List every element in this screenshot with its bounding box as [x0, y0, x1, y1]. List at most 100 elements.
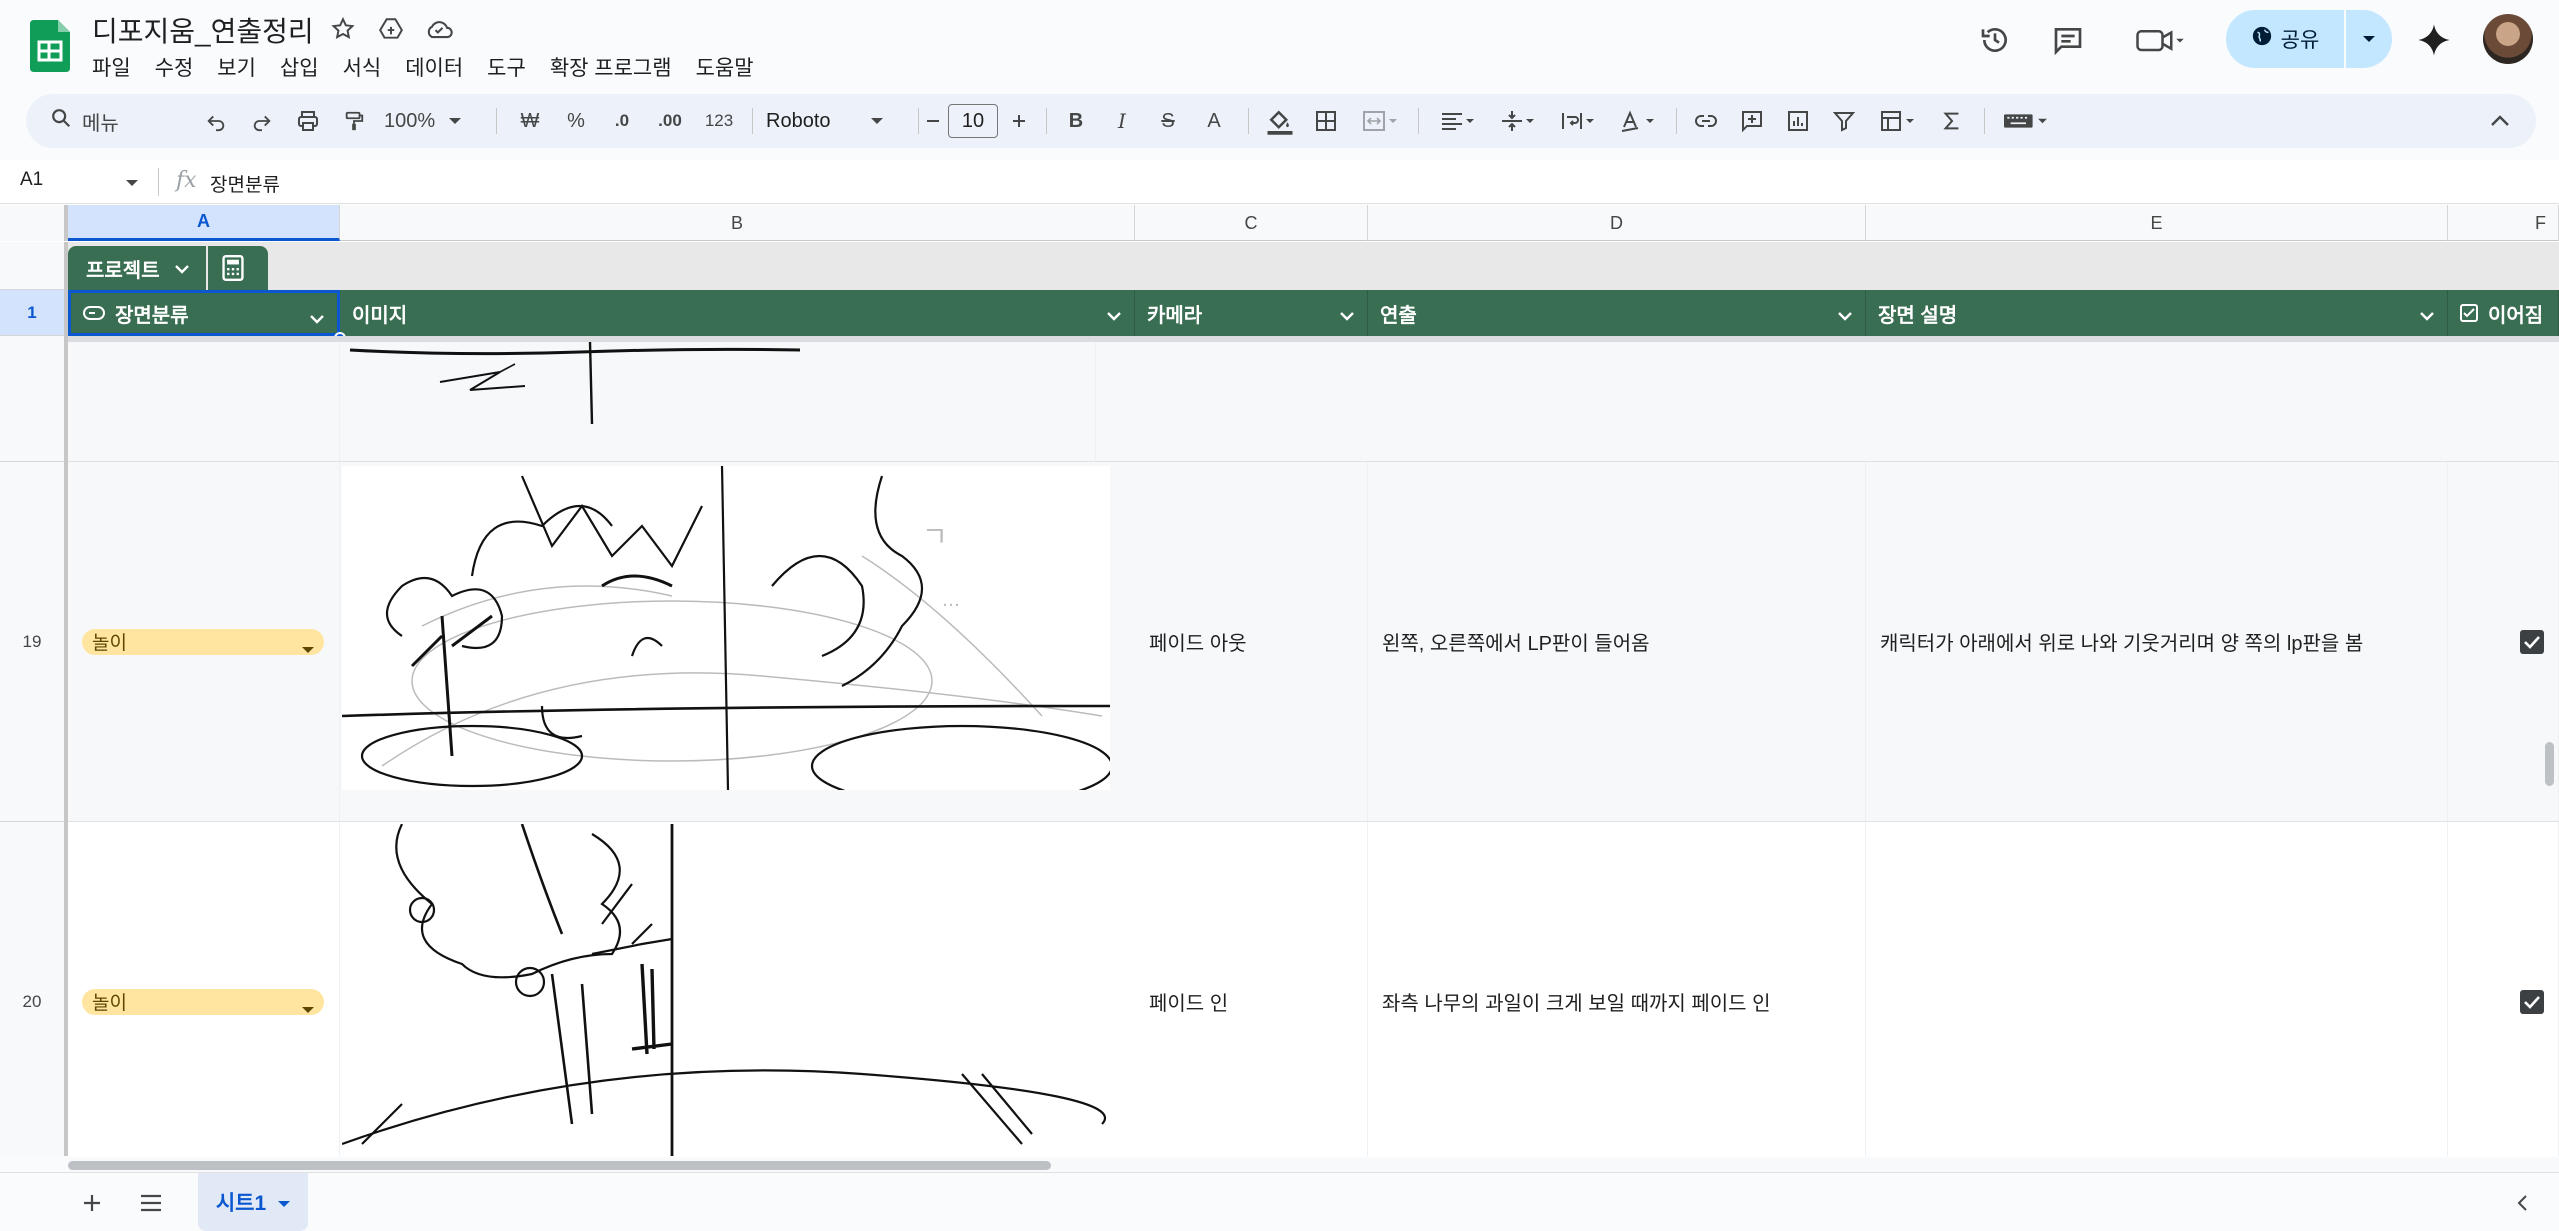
storyboard-sketch-image[interactable] [341, 823, 1110, 1156]
font-size-decrease-button[interactable] [918, 94, 948, 148]
insert-link-icon[interactable] [1686, 94, 1726, 148]
decrease-decimal-button[interactable]: .0 [602, 94, 642, 148]
filter-icon[interactable] [1824, 94, 1864, 148]
chevron-down-icon[interactable] [309, 307, 325, 330]
table-header-camera[interactable]: 카메라 [1135, 290, 1368, 336]
row-header-18[interactable] [0, 342, 64, 462]
redo-icon[interactable] [242, 94, 282, 148]
menu-edit[interactable]: 수정 [143, 50, 206, 80]
name-box-caret-icon[interactable] [126, 174, 138, 192]
text-color-button[interactable]: A [1194, 94, 1234, 148]
menu-data[interactable]: 데이터 [393, 50, 475, 80]
category-chip[interactable]: 놀이 [82, 988, 324, 1015]
merge-cells-icon[interactable] [1352, 94, 1408, 148]
text-rotation-icon[interactable] [1610, 94, 1666, 148]
vertical-align-icon[interactable] [1490, 94, 1546, 148]
borders-icon[interactable] [1306, 94, 1346, 148]
column-header-c[interactable]: C [1135, 205, 1368, 241]
text-wrap-icon[interactable] [1550, 94, 1606, 148]
menu-extensions[interactable]: 확장 프로그램 [538, 50, 684, 80]
column-header-d[interactable]: D [1368, 205, 1866, 241]
chevron-down-icon[interactable] [2419, 304, 2435, 327]
formula-input[interactable]: 장면분류 [210, 170, 280, 197]
zoom-select[interactable]: 100% [384, 94, 474, 148]
share-options-caret-icon[interactable] [2344, 10, 2392, 68]
continue-checkbox[interactable] [2520, 630, 2544, 654]
camera-cell[interactable] [863, 342, 1096, 461]
chevron-down-icon[interactable] [278, 1190, 291, 1214]
all-sheets-icon[interactable] [136, 1189, 166, 1217]
undo-icon[interactable] [196, 94, 236, 148]
bold-button[interactable]: B [1056, 94, 1096, 148]
filter-views-icon[interactable] [1870, 94, 1926, 148]
calculator-icon[interactable] [205, 246, 258, 290]
table-header-category[interactable]: 장면분류 [68, 290, 340, 336]
menu-help[interactable]: 도움말 [684, 50, 766, 80]
explore-collapse-icon[interactable] [2510, 1191, 2534, 1215]
column-header-b[interactable]: B [340, 205, 1135, 241]
vertical-scrollbar-thumb[interactable] [2545, 742, 2554, 786]
italic-button[interactable]: I [1102, 94, 1142, 148]
continue-checkbox[interactable] [2520, 990, 2544, 1014]
history-icon[interactable] [1971, 16, 2019, 64]
currency-format-button[interactable]: ₩ [510, 94, 550, 148]
document-title[interactable]: 디포지움_연출정리 [92, 10, 314, 50]
camera-cell[interactable]: 페이드 인 [1135, 822, 1368, 1156]
add-sheet-icon[interactable] [78, 1189, 106, 1217]
chevron-down-icon[interactable] [1339, 304, 1355, 327]
share-button[interactable]: 공유 [2226, 10, 2392, 68]
table-header-image[interactable]: 이미지 [340, 290, 1135, 336]
description-cell[interactable]: 캐릭터가 아래에서 위로 나와 기웃거리며 양 쪽의 lp판을 봄 [1866, 462, 2448, 821]
row-header-20[interactable]: 20 [0, 822, 64, 1156]
horizontal-align-icon[interactable] [1430, 94, 1486, 148]
table-header-description[interactable]: 장면 설명 [1866, 290, 2448, 336]
direction-cell[interactable]: 좌측 나무의 과일이 크게 보일 때까지 페이드 인 [1368, 822, 1866, 1156]
input-tools-icon[interactable] [1994, 94, 2058, 148]
menu-insert[interactable]: 삽입 [268, 50, 331, 80]
horizontal-scrollbar[interactable] [68, 1158, 2559, 1172]
column-header-f[interactable]: F [2448, 205, 2559, 241]
insert-chart-icon[interactable] [1778, 94, 1818, 148]
font-family-select[interactable]: Roboto [766, 94, 906, 148]
drive-move-icon[interactable] [376, 14, 406, 44]
column-header-e[interactable]: E [1866, 205, 2448, 241]
paint-format-icon[interactable] [334, 94, 374, 148]
description-cell[interactable] [1866, 822, 2448, 1156]
sheet-tab-active[interactable]: 시트1 [198, 1173, 308, 1231]
collapse-toolbar-icon[interactable] [2480, 94, 2520, 148]
functions-icon[interactable] [1932, 94, 1972, 148]
font-size-input[interactable]: 10 [948, 104, 998, 138]
category-cell[interactable]: 놀이 [68, 822, 340, 1156]
cloud-status-icon[interactable] [424, 14, 454, 44]
row-header-1[interactable]: 1 [0, 290, 64, 336]
menu-format[interactable]: 서식 [331, 50, 394, 80]
storyboard-sketch-image[interactable]: ㄱ … [341, 465, 1114, 808]
fill-color-icon[interactable] [1260, 94, 1300, 148]
share-main[interactable]: 공유 [2226, 10, 2344, 68]
menu-tools[interactable]: 도구 [475, 50, 538, 80]
number-format-button[interactable]: 123 [696, 94, 742, 148]
chevron-down-icon[interactable] [1837, 304, 1853, 327]
avatar[interactable] [2483, 14, 2533, 64]
sheets-logo-icon[interactable] [30, 20, 70, 72]
storyboard-sketch-image[interactable] [340, 341, 820, 428]
name-box[interactable]: A1 [20, 169, 43, 191]
select-all-corner[interactable] [0, 205, 68, 241]
category-cell[interactable]: 놀이 [68, 462, 340, 821]
print-icon[interactable] [288, 94, 328, 148]
font-size-increase-button[interactable] [1002, 94, 1036, 148]
category-cell[interactable] [68, 342, 340, 461]
star-icon[interactable] [328, 14, 358, 44]
column-header-a[interactable]: A [68, 205, 340, 241]
menu-search[interactable]: 메뉴 [36, 94, 186, 148]
comment-icon[interactable] [2044, 16, 2092, 64]
insert-comment-icon[interactable] [1732, 94, 1772, 148]
increase-decimal-button[interactable]: .00 [648, 94, 692, 148]
menu-file[interactable]: 파일 [92, 50, 143, 80]
row-header-19[interactable]: 19 [0, 462, 64, 822]
menu-view[interactable]: 보기 [205, 50, 268, 80]
table-name-tab[interactable]: 프로젝트 [68, 246, 268, 290]
horizontal-scrollbar-thumb[interactable] [68, 1161, 1051, 1170]
direction-cell[interactable]: 왼쪽, 오른쪽에서 LP판이 들어옴 [1368, 462, 1866, 821]
percent-format-button[interactable]: % [556, 94, 596, 148]
